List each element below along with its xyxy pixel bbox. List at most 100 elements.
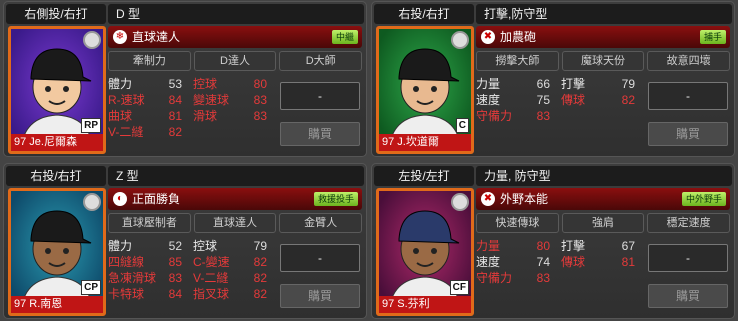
buy-button[interactable]: 購買	[280, 122, 360, 146]
stat-label: 守備力	[476, 109, 513, 123]
stat-label: 打擊	[561, 239, 586, 253]
stat-table: 體力 53 控球 80 R-速球 84 變速球 83 曲球 81 滑球 83 V-二縫 82	[108, 76, 278, 140]
stat-value: 66	[536, 77, 550, 91]
skill-icon: ✖	[481, 192, 495, 206]
stat-value: 82	[253, 287, 267, 301]
stat-cell: 變速球 83	[193, 92, 278, 108]
stat-row: 體力 53 控球 80	[108, 76, 278, 92]
price-field[interactable]: -	[280, 82, 360, 110]
buy-button[interactable]: 購買	[648, 122, 728, 146]
stat-row: 四縫線 85 C-變速 82	[108, 254, 278, 270]
stat-cell: 卡特球 84	[108, 286, 193, 302]
stat-cell: V-二縫 82	[193, 270, 278, 286]
price-field[interactable]: -	[648, 82, 728, 110]
stat-label: 控球	[193, 77, 218, 91]
stat-label: 體力	[108, 239, 133, 253]
stat-value: 83	[168, 271, 182, 285]
stat-row: 守備力 83	[476, 270, 646, 286]
player-portrait[interactable]: CF 97 S.芬利	[376, 188, 474, 316]
stat-cell: 控球 79	[193, 238, 278, 254]
stat-value: 84	[168, 93, 182, 107]
stat-cell: 指叉球 82	[193, 286, 278, 302]
stat-row: 力量 80 打擊 67	[476, 238, 646, 254]
player-portrait[interactable]: C 97 J.坎道爾	[376, 26, 474, 154]
stat-cell: 速度 75	[476, 92, 561, 108]
player-type-label: D 型	[108, 4, 364, 24]
sub-skill-2[interactable]: 強肩	[561, 213, 645, 233]
stat-label: 速度	[476, 255, 501, 269]
player-portrait[interactable]: CP 97 R.南恩	[8, 188, 106, 316]
stat-value: 82	[253, 271, 267, 285]
sub-skill-3[interactable]: D大師	[279, 51, 363, 71]
stat-label: 力量	[476, 77, 501, 91]
player-card[interactable]: 右側投/右打 D 型 RP 97 Je.尼爾森 ❄ 直球達人 中繼 牽制力 D達人 D大師 體力 53…	[3, 1, 367, 157]
main-skill[interactable]: ✖ 加農砲 捕手	[476, 26, 730, 48]
stat-value: 53	[168, 77, 182, 91]
grade-badge-icon	[451, 193, 469, 211]
stat-label: 指叉球	[193, 287, 230, 301]
price-field[interactable]: -	[648, 244, 728, 272]
stat-row: 體力 52 控球 79	[108, 238, 278, 254]
player-portrait[interactable]: RP 97 Je.尼爾森	[8, 26, 106, 154]
stat-cell: 打擊 67	[561, 238, 646, 254]
stat-row: 速度 75 傳球 82	[476, 92, 646, 108]
stat-label: 體力	[108, 77, 133, 91]
player-card[interactable]: 右投/右打 打擊,防守型 C 97 J.坎道爾 ✖ 加農砲 捕手 撈擊大師 魔球天份 故意四壞 力量…	[371, 1, 735, 157]
stat-value: 82	[253, 255, 267, 269]
stat-cell: 體力 52	[108, 238, 193, 254]
player-name: 97 J.坎道爾	[379, 134, 471, 151]
sub-skill-1[interactable]: 直球壓制者	[108, 213, 191, 233]
stat-value: 74	[536, 255, 550, 269]
skill-label: 外野本能	[500, 192, 549, 206]
sub-skill-2[interactable]: D達人	[193, 51, 277, 71]
stat-value: 83	[253, 93, 267, 107]
sub-skill-3[interactable]: 金臂人	[279, 213, 363, 233]
sub-skill-1[interactable]: 快速傳球	[476, 213, 559, 233]
sub-skills: 撈擊大師 魔球天份 故意四壞	[476, 51, 731, 71]
stat-value: 79	[253, 239, 267, 253]
stat-value: 52	[168, 239, 182, 253]
role-tag: 中繼	[331, 30, 358, 44]
stat-value: 80	[253, 77, 267, 91]
position-badge: CP	[81, 280, 101, 295]
role-tag: 救援投手	[313, 192, 358, 206]
player-card-grid: 右側投/右打 D 型 RP 97 Je.尼爾森 ❄ 直球達人 中繼 牽制力 D達人 D大師 體力 53…	[0, 0, 738, 321]
buy-button[interactable]: 購買	[280, 284, 360, 308]
skill-label: 正面勝負	[132, 192, 181, 206]
stat-label: 力量	[476, 239, 501, 253]
stat-label: 變速球	[193, 93, 230, 107]
player-type-label: 力量, 防守型	[476, 166, 732, 186]
grade-badge-icon	[451, 31, 469, 49]
sub-skill-2[interactable]: 魔球天份	[561, 51, 645, 71]
stat-cell: 四縫線 85	[108, 254, 193, 270]
player-name: 97 Je.尼爾森	[11, 134, 103, 151]
role-tag: 中外野手	[681, 192, 726, 206]
stat-label: V-二縫	[193, 271, 229, 285]
stat-label: 卡特球	[108, 287, 145, 301]
position-badge: RP	[81, 118, 101, 133]
stat-cell: 曲球 81	[108, 108, 193, 124]
main-skill[interactable]: ❄ 直球達人 中繼	[108, 26, 362, 48]
stat-value: 84	[168, 287, 182, 301]
sub-skills: 快速傳球 強肩 穩定速度	[476, 213, 731, 233]
sub-skill-1[interactable]: 牽制力	[108, 51, 191, 71]
stat-value: 80	[536, 239, 550, 253]
buy-button[interactable]: 購買	[648, 284, 728, 308]
grade-badge-icon	[83, 193, 101, 211]
main-skill[interactable]: ✖ 外野本能 中外野手	[476, 188, 730, 210]
sub-skill-3[interactable]: 穩定速度	[647, 213, 731, 233]
player-card[interactable]: 右投/右打 Z 型 CP 97 R.南恩 ◐ 正面勝負 救援投手 直球壓制者 直球達人 金臂人 體力…	[3, 163, 367, 319]
stat-cell: 打擊 79	[561, 76, 646, 92]
price-field[interactable]: -	[280, 244, 360, 272]
stat-label: V-二縫	[108, 125, 144, 139]
stat-cell: R-速球 84	[108, 92, 193, 108]
stat-label: 守備力	[476, 271, 513, 285]
sub-skills: 牽制力 D達人 D大師	[108, 51, 363, 71]
stat-label: 傳球	[561, 93, 586, 107]
sub-skill-3[interactable]: 故意四壞	[647, 51, 731, 71]
sub-skill-1[interactable]: 撈擊大師	[476, 51, 559, 71]
stat-cell: 力量 66	[476, 76, 561, 92]
main-skill[interactable]: ◐ 正面勝負 救援投手	[108, 188, 362, 210]
player-card[interactable]: 左投/左打 力量, 防守型 CF 97 S.芬利 ✖ 外野本能 中外野手 快速傳球 強肩 穩定速度…	[371, 163, 735, 319]
sub-skill-2[interactable]: 直球達人	[193, 213, 277, 233]
